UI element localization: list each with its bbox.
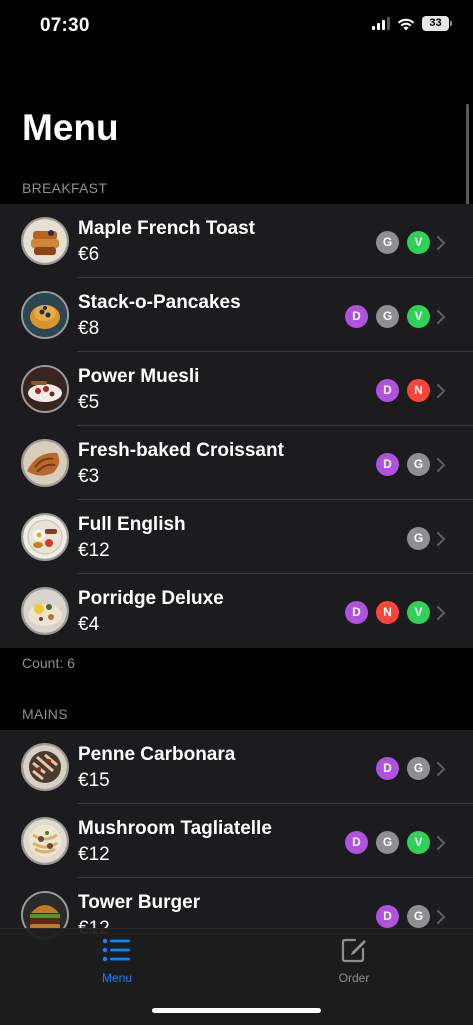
- dairy-badge: D: [345, 831, 368, 854]
- gluten-badge: G: [376, 231, 399, 254]
- pancakes-thumbnail: [21, 291, 69, 339]
- chevron-right-icon: [436, 531, 446, 547]
- vegan-badge: V: [407, 601, 430, 624]
- full-english-thumbnail: [21, 513, 69, 561]
- item-name: Fresh-baked Croissant: [78, 440, 284, 461]
- dairy-badge: D: [376, 453, 399, 476]
- section-header-breakfast: BREAKFAST: [22, 180, 108, 196]
- item-name: Mushroom Tagliatelle: [78, 818, 272, 839]
- item-name: Stack-o-Pancakes: [78, 292, 241, 313]
- gluten-badge: G: [407, 453, 430, 476]
- dairy-badge: D: [376, 757, 399, 780]
- gluten-badge: G: [376, 831, 399, 854]
- menu-item-row[interactable]: Porridge Deluxe €4 D N V: [0, 574, 473, 648]
- dairy-badge: D: [376, 379, 399, 402]
- vegan-badge: V: [407, 831, 430, 854]
- chevron-right-icon: [436, 457, 446, 473]
- item-name: Power Muesli: [78, 366, 200, 387]
- gluten-badge: G: [407, 527, 430, 550]
- status-bar: 07:30 33: [0, 0, 473, 52]
- menu-item-row[interactable]: Penne Carbonara €15 D G: [0, 730, 473, 804]
- breakfast-list: Maple French Toast €6 G V Stack-o-Pancak…: [0, 204, 473, 648]
- dietary-tags: D N V: [345, 601, 430, 624]
- french-toast-thumbnail: [21, 217, 69, 265]
- menu-item-row[interactable]: Maple French Toast €6 G V: [0, 204, 473, 278]
- croissant-thumbnail: [21, 439, 69, 487]
- item-price: €8: [78, 318, 100, 339]
- dairy-badge: D: [345, 601, 368, 624]
- section-header-mains: MAINS: [22, 706, 68, 722]
- porridge-thumbnail: [21, 587, 69, 635]
- chevron-right-icon: [436, 309, 446, 325]
- list-icon: [102, 938, 130, 962]
- item-price: €15: [78, 770, 110, 791]
- dairy-badge: D: [376, 905, 399, 928]
- wifi-icon: [397, 18, 415, 30]
- menu-item-row[interactable]: Fresh-baked Croissant €3 D G: [0, 426, 473, 500]
- tab-order-label: Order: [338, 971, 370, 985]
- gluten-badge: G: [407, 905, 430, 928]
- tab-order[interactable]: Order: [314, 937, 394, 985]
- item-price: €12: [78, 844, 110, 865]
- compose-icon: [341, 938, 366, 963]
- chevron-right-icon: [436, 383, 446, 399]
- battery-icon: 33: [422, 16, 452, 31]
- gluten-badge: G: [376, 305, 399, 328]
- item-price: €3: [78, 466, 100, 487]
- item-name: Maple French Toast: [78, 218, 256, 239]
- chevron-right-icon: [436, 909, 446, 925]
- nuts-badge: N: [407, 379, 430, 402]
- item-price: €12: [78, 540, 110, 561]
- section-footer-count: Count: 6: [22, 655, 75, 671]
- carbonara-thumbnail: [21, 743, 69, 791]
- tagliatelle-thumbnail: [21, 817, 69, 865]
- menu-item-row[interactable]: Power Muesli €5 D N: [0, 352, 473, 426]
- tab-menu[interactable]: Menu: [77, 937, 157, 985]
- vegan-badge: V: [407, 305, 430, 328]
- menu-item-row[interactable]: Full English €12 G: [0, 500, 473, 574]
- dietary-tags: G: [407, 527, 430, 550]
- item-price: €4: [78, 614, 100, 635]
- item-name: Porridge Deluxe: [78, 588, 224, 609]
- menu-item-row[interactable]: Mushroom Tagliatelle €12 D G V: [0, 804, 473, 878]
- page-title: Menu: [22, 107, 119, 148]
- dietary-tags: D G: [376, 905, 430, 928]
- tab-menu-label: Menu: [101, 971, 133, 985]
- menu-item-row[interactable]: Stack-o-Pancakes €8 D G V: [0, 278, 473, 352]
- dietary-tags: D G V: [345, 831, 430, 854]
- item-name: Penne Carbonara: [78, 744, 236, 765]
- item-price: €5: [78, 392, 100, 413]
- dairy-badge: D: [345, 305, 368, 328]
- dietary-tags: D G V: [345, 305, 430, 328]
- mains-list: Penne Carbonara €15 D G Mushroom Tagliat…: [0, 730, 473, 952]
- gluten-badge: G: [407, 757, 430, 780]
- chevron-right-icon: [436, 835, 446, 851]
- item-name: Full English: [78, 514, 186, 535]
- dietary-tags: D N: [376, 379, 430, 402]
- cellular-signal-icon: [372, 17, 390, 30]
- chevron-right-icon: [436, 761, 446, 777]
- dietary-tags: D G: [376, 757, 430, 780]
- status-icons: 33: [372, 16, 452, 31]
- chevron-right-icon: [436, 605, 446, 621]
- dietary-tags: G V: [376, 231, 430, 254]
- item-name: Tower Burger: [78, 892, 201, 913]
- home-indicator[interactable]: [152, 1008, 321, 1013]
- status-time: 07:30: [40, 15, 90, 36]
- chevron-right-icon: [436, 235, 446, 251]
- item-price: €6: [78, 244, 100, 265]
- muesli-thumbnail: [21, 365, 69, 413]
- vegan-badge: V: [407, 231, 430, 254]
- nuts-badge: N: [376, 601, 399, 624]
- dietary-tags: D G: [376, 453, 430, 476]
